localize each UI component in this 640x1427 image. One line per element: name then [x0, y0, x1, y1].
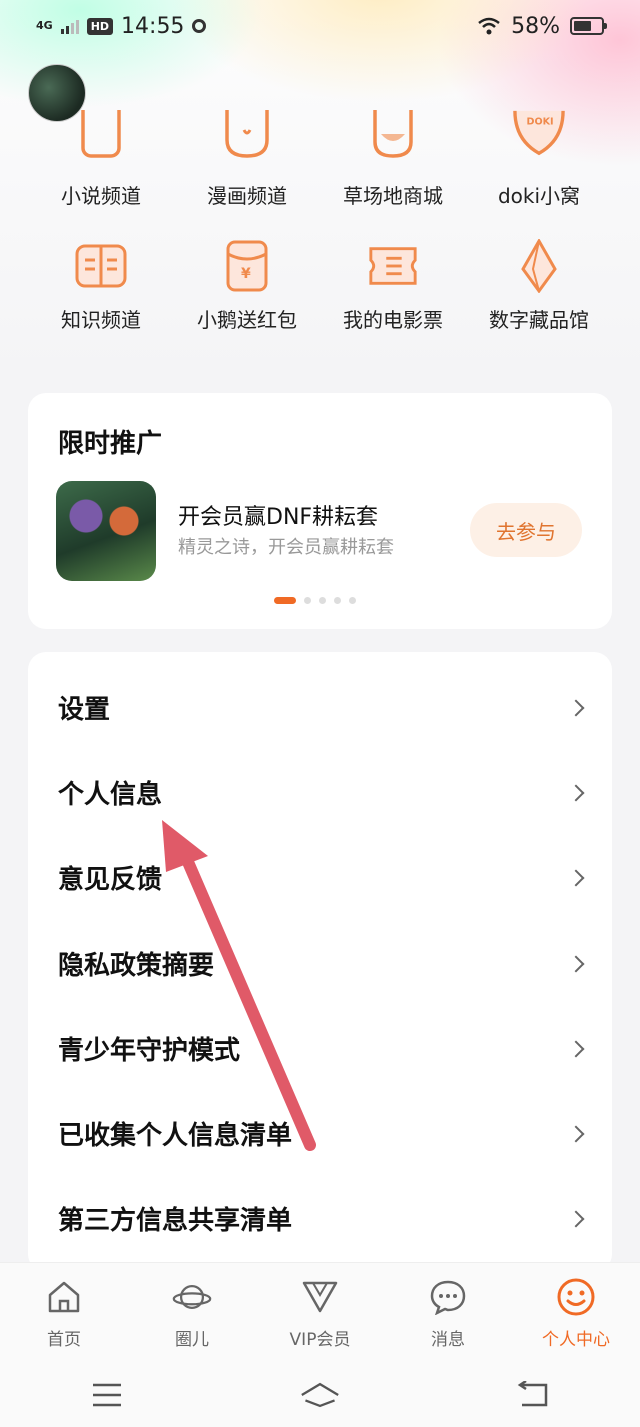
book-icon [75, 110, 127, 160]
status-bar: 4G HD 14:55 58% [0, 0, 640, 52]
promo-subtitle: 精灵之诗，开会员赢耕耘套 [178, 537, 394, 558]
wifi-icon [478, 17, 500, 35]
chevron-right-icon [567, 955, 585, 972]
menu-item-privacy-summary[interactable]: 隐私政策摘要 [28, 921, 612, 1006]
carousel-dot[interactable] [349, 597, 356, 604]
battery-icon [570, 17, 607, 35]
chevron-right-icon [567, 869, 585, 886]
menu-item-collected-info-list[interactable]: 已收集个人信息清单 [28, 1091, 612, 1176]
knowledge-icon [75, 240, 127, 292]
vip-icon [300, 1277, 340, 1317]
message-icon [428, 1277, 468, 1317]
shortcut-knowledge[interactable]: 知识频道 [28, 240, 174, 333]
shortcut-movie-ticket[interactable]: 我的电影票 [320, 240, 466, 333]
settings-menu: 设置 个人信息 意见反馈 隐私政策摘要 青少年守护模式 已收集个人信息清单 第三… [28, 652, 612, 1272]
shortcut-comic[interactable]: 漫画频道 [174, 110, 320, 209]
chevron-right-icon [567, 1125, 585, 1142]
tab-messages[interactable]: 消息 [384, 1263, 512, 1362]
carousel-dot[interactable] [304, 597, 311, 604]
back-icon[interactable] [513, 1380, 553, 1410]
notification-icon [192, 19, 207, 33]
shortcut-red-packet[interactable]: ¥ 小鹅送红包 [174, 240, 320, 333]
chevron-right-icon [567, 1210, 585, 1227]
promo-title: 限时推广 [58, 429, 163, 459]
svg-text:¥: ¥ [241, 266, 251, 282]
comic-icon [221, 110, 273, 160]
doki-icon: DOKI [513, 110, 565, 160]
network-type: 4G [36, 19, 53, 32]
system-nav-bar [0, 1362, 640, 1427]
carousel-dot[interactable] [334, 597, 341, 604]
home-nav-icon[interactable] [300, 1380, 340, 1410]
shortcut-shop[interactable]: 草场地商城 [320, 110, 466, 209]
join-button[interactable]: 去参与 [470, 503, 582, 557]
shop-icon [367, 110, 419, 160]
tab-vip[interactable]: VIP会员 [256, 1263, 384, 1362]
menu-item-youth-mode[interactable]: 青少年守护模式 [28, 1006, 612, 1091]
svg-text:DOKI: DOKI [526, 116, 553, 127]
bottom-tab-bar: 首页 圈儿 VIP会员 消息 个人中心 [0, 1262, 640, 1362]
carousel-dot[interactable] [274, 597, 296, 604]
clock: 14:55 [121, 13, 185, 39]
promo-card: 限时推广 开会员赢DNF耕耘套 精灵之诗，开会员赢耕耘套 去参与 [28, 393, 612, 629]
shortcut-doki[interactable]: DOKI doki小窝 [466, 110, 612, 209]
tab-home[interactable]: 首页 [0, 1263, 128, 1362]
smiley-icon [556, 1277, 596, 1317]
planet-icon [172, 1277, 212, 1317]
red-packet-icon: ¥ [221, 240, 273, 292]
menu-item-settings[interactable]: 设置 [28, 665, 612, 750]
chevron-right-icon [567, 784, 585, 801]
menu-item-personal-info[interactable]: 个人信息 [28, 750, 612, 835]
tab-profile[interactable]: 个人中心 [512, 1263, 640, 1362]
shortcut-grid: 小说频道 漫画频道 草场地商城 DOKI doki小窝 知识频道 ¥ 小鹅送红包… [28, 110, 612, 370]
shortcut-novel[interactable]: 小说频道 [28, 110, 174, 209]
shortcut-digital-collectibles[interactable]: 数字藏品馆 [466, 239, 612, 333]
tab-circle[interactable]: 圈儿 [128, 1263, 256, 1362]
promo-name[interactable]: 开会员赢DNF耕耘套 [178, 499, 378, 531]
menu-item-third-party-sharing[interactable]: 第三方信息共享清单 [28, 1176, 612, 1261]
hd-icon: HD [86, 17, 114, 35]
chevron-right-icon [567, 1040, 585, 1057]
ticket-icon [367, 240, 419, 292]
crystal-icon [513, 239, 565, 293]
carousel-dot[interactable] [319, 597, 326, 604]
promo-thumbnail[interactable] [56, 481, 156, 581]
menu-item-feedback[interactable]: 意见反馈 [28, 835, 612, 920]
menu-icon[interactable] [87, 1380, 127, 1410]
signal-icon [60, 18, 79, 34]
battery-percent: 58% [511, 13, 560, 39]
carousel-indicator [274, 597, 356, 604]
chevron-right-icon [567, 699, 585, 716]
home-icon [44, 1277, 84, 1317]
